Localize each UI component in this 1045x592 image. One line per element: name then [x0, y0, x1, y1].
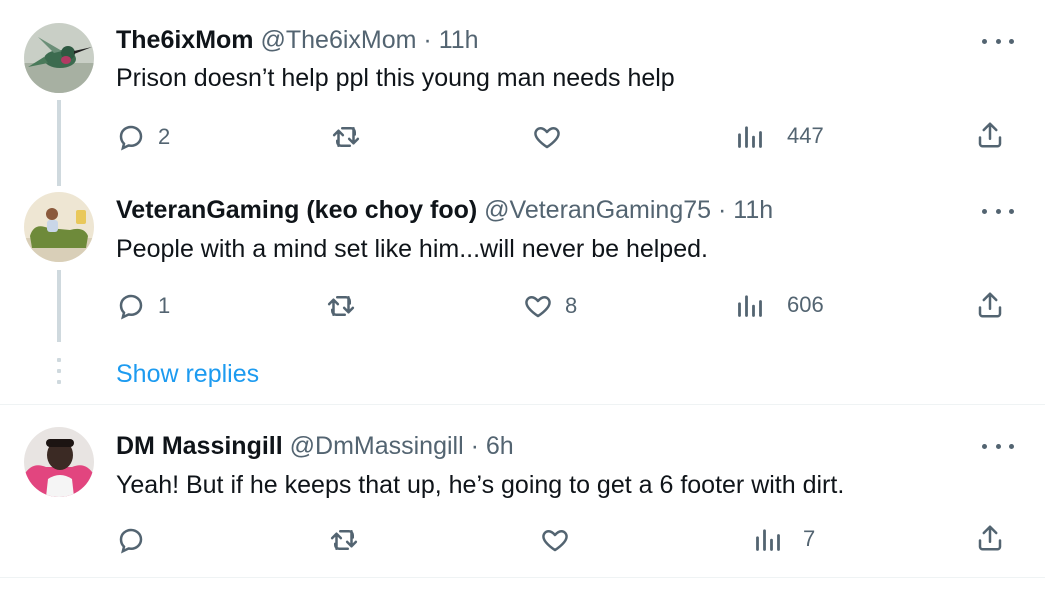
tweet-text: Yeah! But if he keeps that up, he’s goin… [116, 471, 845, 499]
retweet-icon [332, 127, 360, 147]
avatar[interactable] [24, 427, 94, 497]
views-chart-icon [738, 295, 762, 317]
share-button[interactable] [975, 290, 1005, 320]
dot-icon [995, 208, 1001, 214]
more-options-button[interactable] [982, 436, 1014, 456]
like-count: 8 [565, 293, 578, 318]
dot-icon [995, 38, 1001, 44]
separator-dot: · [718, 196, 727, 224]
like-button[interactable]: 8 [523, 291, 577, 321]
user-handle[interactable]: @DmMassingill [290, 432, 464, 460]
tweet[interactable]: The6ixMom @The6ixMom · 11h Prison doesn’… [0, 0, 1045, 186]
dot-icon [1009, 443, 1014, 449]
views-button[interactable]: 606 [736, 291, 824, 319]
heart-icon [525, 296, 551, 318]
share-button[interactable] [975, 523, 1005, 553]
person-on-couch-icon [24, 192, 94, 262]
dot-icon [1009, 208, 1014, 214]
thread-line [57, 100, 61, 186]
display-name[interactable]: DM Massingill [116, 432, 283, 460]
heart-icon [534, 127, 560, 149]
collapsed-thread-dots [57, 358, 61, 391]
retweet-button[interactable] [328, 525, 372, 555]
like-button[interactable] [540, 525, 582, 555]
dot-icon [995, 443, 1001, 449]
tweet[interactable]: VeteranGaming (keo choy foo) @VeteranGam… [0, 180, 1045, 350]
tweet-header: DM Massingill @DmMassingill · 6h [116, 434, 514, 459]
dot-icon [1009, 38, 1014, 44]
dot-icon [982, 443, 987, 449]
views-button[interactable]: 7 [754, 525, 815, 553]
like-button[interactable] [532, 122, 574, 152]
reply-count: 2 [158, 124, 171, 149]
separator-dot: · [470, 432, 479, 460]
reply-button[interactable]: 1 [116, 291, 170, 321]
reply-button[interactable]: 2 [116, 122, 170, 152]
dot-icon [982, 208, 987, 214]
avatar[interactable] [24, 23, 94, 93]
dot-icon [982, 38, 987, 44]
divider [0, 577, 1045, 578]
retweet-icon [327, 296, 355, 316]
tweet-header: The6ixMom @The6ixMom · 11h [116, 28, 479, 53]
tweet[interactable]: DM Massingill @DmMassingill · 6h Yeah! B… [0, 405, 1045, 577]
share-icon [978, 525, 1002, 551]
reply-icon [119, 125, 143, 151]
timestamp[interactable]: 11h [439, 26, 479, 54]
share-icon [978, 292, 1002, 318]
hummingbird-icon [24, 23, 94, 93]
reply-button[interactable] [116, 525, 158, 555]
reply-icon [119, 528, 143, 554]
views-chart-icon [738, 126, 762, 148]
user-handle[interactable]: @The6ixMom [260, 26, 416, 54]
display-name[interactable]: The6ixMom [116, 26, 254, 54]
timestamp[interactable]: 6h [486, 432, 514, 460]
separator-dot: · [423, 26, 432, 54]
person-photo-icon [24, 427, 94, 497]
more-options-button[interactable] [982, 201, 1014, 221]
tweet-text: Prison doesn’t help ppl this young man n… [116, 64, 675, 92]
share-button[interactable] [975, 120, 1005, 150]
avatar[interactable] [24, 192, 94, 262]
more-options-button[interactable] [982, 31, 1014, 51]
views-chart-icon [756, 529, 780, 551]
reply-icon [119, 294, 143, 320]
display-name[interactable]: VeteranGaming (keo choy foo) [116, 196, 477, 224]
show-replies-link[interactable]: Show replies [116, 360, 259, 389]
view-count: 7 [803, 526, 816, 551]
view-count: 447 [787, 123, 824, 148]
views-button[interactable]: 447 [736, 122, 824, 150]
user-handle[interactable]: @VeteranGaming75 [484, 196, 711, 224]
tweet-text: People with a mind set like him...will n… [116, 235, 708, 263]
reply-count: 1 [158, 293, 171, 318]
retweet-button[interactable] [325, 291, 369, 321]
heart-icon [542, 530, 568, 552]
thread-line [57, 270, 61, 342]
timestamp[interactable]: 11h [733, 196, 773, 224]
view-count: 606 [787, 292, 824, 317]
retweet-icon [330, 530, 358, 550]
retweet-button[interactable] [330, 122, 374, 152]
tweet-header: VeteranGaming (keo choy foo) @VeteranGam… [116, 198, 773, 223]
share-icon [978, 122, 1002, 148]
